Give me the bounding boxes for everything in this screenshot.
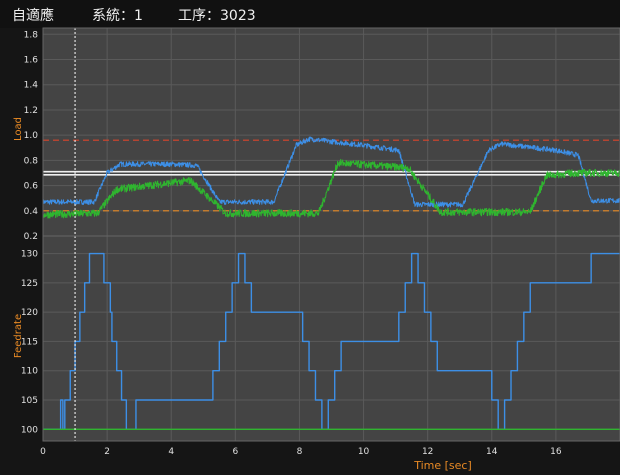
load-y-tick-label: 1.4: [24, 81, 39, 91]
load-y-tick-label: 1.6: [24, 56, 39, 66]
load-y-tick-label: 0.8: [24, 156, 39, 166]
feedrate-y-tick-label: 125: [21, 279, 38, 289]
feedrate-y-tick-label: 130: [21, 250, 38, 260]
feedrate-y-tick-label: 100: [21, 425, 38, 435]
chart: 0.20.40.60.81.01.21.41.61.8 100105110115…: [13, 27, 620, 472]
x-tick-label: 8: [297, 447, 303, 457]
load-y-tick-label: 1.2: [24, 106, 38, 116]
x-tick-label: 16: [550, 447, 562, 457]
feedrate-y-tick-label: 110: [21, 367, 38, 377]
x-tick-label: 4: [168, 447, 174, 457]
feedrate-y-tick-label: 105: [21, 396, 38, 406]
feedrate-axis-label: Feedrate: [13, 314, 24, 358]
x-tick-label: 0: [40, 447, 46, 457]
load-y-tick-label: 1.0: [24, 131, 39, 141]
x-tick-label: 10: [358, 447, 370, 457]
x-tick-label: 6: [232, 447, 238, 457]
feedrate-plot: 1001051101151201251300 2 4 6 8 10 12 14 16: [21, 235, 620, 457]
x-tick-label: 2: [104, 447, 110, 457]
x-tick-label: 12: [422, 447, 433, 457]
load-y-tick-label: 0.4: [24, 207, 39, 217]
load-y-tick-label: 1.8: [24, 30, 39, 40]
feedrate-plot-background: [43, 236, 620, 441]
load-y-tick-label: 0.6: [24, 182, 39, 192]
x-tick-label: 14: [486, 447, 498, 457]
load-plot: 0.2 0.4 0.6 0.8 1.0 1.2 1.4 1.6 1.8: [24, 27, 620, 242]
time-axis-label: Time [sec]: [413, 459, 472, 472]
load-axis-label: Load: [13, 117, 24, 141]
load-y-tick-label: 0.2: [24, 232, 38, 242]
